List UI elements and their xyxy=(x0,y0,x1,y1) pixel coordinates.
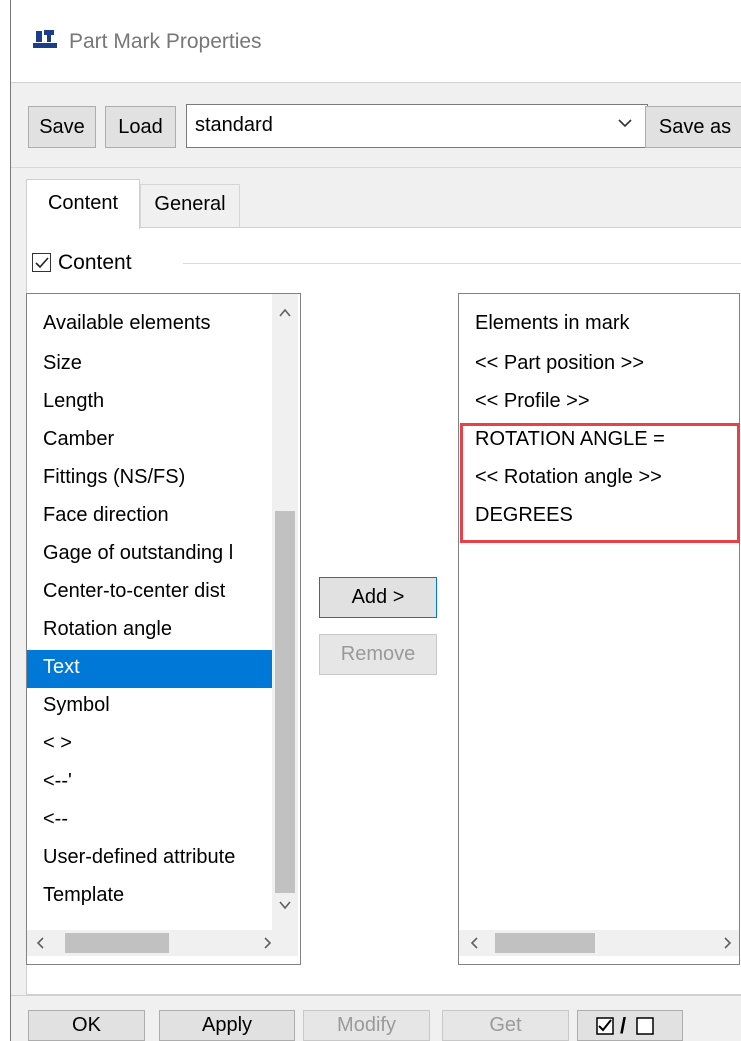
tekla-app-icon xyxy=(33,30,57,48)
chevron-up-icon[interactable] xyxy=(275,306,295,320)
list-item-size[interactable]: Size xyxy=(27,346,272,384)
apply-button[interactable]: Apply xyxy=(159,1010,295,1041)
settings-dropdown[interactable]: standard xyxy=(186,104,648,148)
save-as-button[interactable]: Save as xyxy=(645,106,741,148)
chevron-right-icon[interactable] xyxy=(257,936,277,950)
unchecked-box-icon xyxy=(636,1017,654,1035)
tab-general[interactable]: General xyxy=(140,184,240,227)
part-mark-properties-dialog: Part Mark Properties Save Load standard … xyxy=(10,0,741,1041)
modify-button[interactable]: Modify xyxy=(303,1010,430,1041)
title-bar: Part Mark Properties xyxy=(11,0,741,82)
content-checkbox[interactable] xyxy=(32,253,51,272)
footer-separator xyxy=(11,995,741,996)
chevron-down-icon[interactable] xyxy=(617,115,633,131)
vertical-scroll-thumb[interactable] xyxy=(275,511,295,893)
mark-item-profile[interactable]: << Profile >> xyxy=(459,384,739,422)
horizontal-scroll-thumb[interactable] xyxy=(65,933,169,953)
toggle-slash: / xyxy=(620,1013,627,1038)
chevron-left-icon[interactable] xyxy=(31,936,51,950)
list-item-arrow[interactable]: <-- xyxy=(27,802,272,840)
save-button[interactable]: Save xyxy=(28,106,96,148)
list-item-center-distance[interactable]: Center-to-center dist xyxy=(27,574,272,612)
chevron-left-icon[interactable] xyxy=(465,936,485,950)
remove-button[interactable]: Remove xyxy=(319,634,437,675)
list-item-length[interactable]: Length xyxy=(27,384,272,422)
group-divider xyxy=(183,263,741,264)
list-item-fittings[interactable]: Fittings (NS/FS) xyxy=(27,460,272,498)
tab-content[interactable]: Content xyxy=(26,179,140,229)
list-item-gage[interactable]: Gage of outstanding l xyxy=(27,536,272,574)
load-button[interactable]: Load xyxy=(105,106,176,148)
settings-dropdown-value: standard xyxy=(195,114,273,136)
vertical-scrollbar[interactable] xyxy=(272,294,298,930)
mark-item-part-position[interactable]: << Part position >> xyxy=(459,346,739,384)
checkmark-icon xyxy=(35,257,49,269)
list-item-angle-brackets[interactable]: < > xyxy=(27,726,272,764)
list-item-camber[interactable]: Camber xyxy=(27,422,272,460)
available-elements-header: Available elements xyxy=(43,312,211,334)
horizontal-scrollbar[interactable] xyxy=(27,930,298,956)
list-item-user-defined[interactable]: User-defined attribute xyxy=(27,840,272,878)
window-title: Part Mark Properties xyxy=(69,30,262,53)
elements-in-mark-header: Elements in mark xyxy=(475,312,630,334)
elements-in-mark-list[interactable]: Elements in mark << Part position >> << … xyxy=(458,293,740,965)
chevron-down-icon[interactable] xyxy=(275,898,295,912)
content-checkbox-label: Content xyxy=(58,251,132,274)
list-item-face-direction[interactable]: Face direction xyxy=(27,498,272,536)
list-item-arrow-quote[interactable]: <--' xyxy=(27,764,272,802)
list-item-rotation-angle[interactable]: Rotation angle xyxy=(27,612,272,650)
list-item-template[interactable]: Template xyxy=(27,878,272,916)
highlight-box xyxy=(460,423,740,543)
list-item-text[interactable]: Text xyxy=(27,650,272,688)
chevron-right-icon[interactable] xyxy=(717,936,737,950)
mark-horizontal-scrollbar[interactable] xyxy=(459,930,739,956)
add-button[interactable]: Add > xyxy=(319,577,437,618)
get-button[interactable]: Get xyxy=(442,1010,569,1041)
checked-box-icon xyxy=(596,1017,614,1035)
select-all-toggle-button[interactable]: / xyxy=(577,1010,683,1041)
available-elements-list[interactable]: Available elements Size Length Camber Fi… xyxy=(26,293,301,965)
mark-horizontal-scroll-thumb[interactable] xyxy=(495,933,595,953)
ok-button[interactable]: OK xyxy=(28,1010,145,1041)
list-item-symbol[interactable]: Symbol xyxy=(27,688,272,726)
